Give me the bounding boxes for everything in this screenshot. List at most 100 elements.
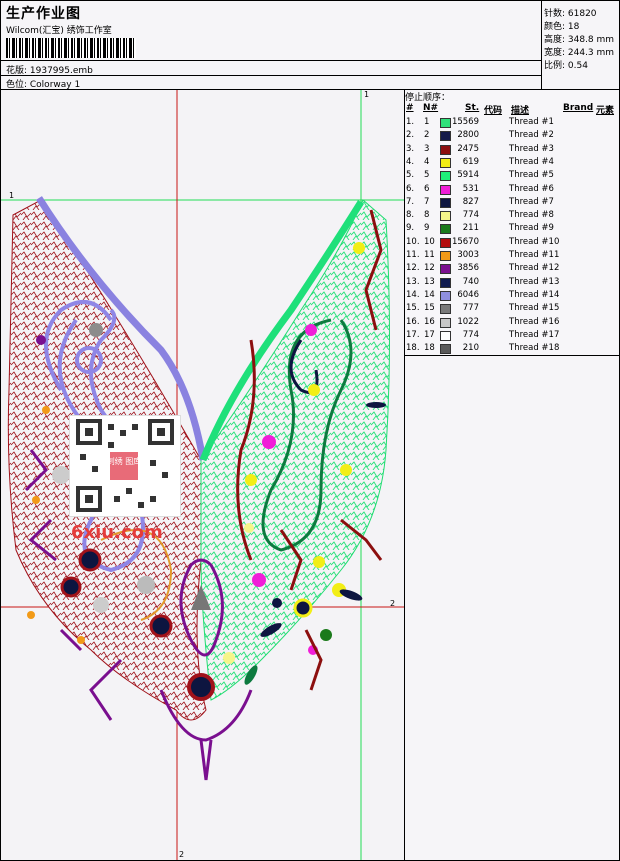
- thread-row: 11. 11 3003 Thread #11: [405, 250, 619, 263]
- row-stitches: 3856: [457, 263, 479, 274]
- row-index: 12.: [406, 263, 420, 274]
- row-description: Thread #15: [509, 303, 560, 314]
- flower: [89, 323, 103, 337]
- thread-row: 4. 4 619 Thread #4: [405, 157, 619, 170]
- row-number: 15: [424, 303, 435, 314]
- design-height: 高度: 348.8 mm: [544, 35, 615, 45]
- row-number: 9: [424, 223, 430, 234]
- col-code: 代码: [484, 106, 503, 116]
- row-index: 9.: [406, 223, 415, 234]
- stitch-count: 针数: 61820: [544, 9, 597, 19]
- colorway: 色位: Colorway 1: [6, 80, 81, 90]
- barcode: [6, 38, 136, 58]
- flower: [252, 573, 266, 587]
- row-index: 4.: [406, 156, 415, 167]
- flower: [245, 474, 257, 486]
- row-description: Thread #3: [509, 143, 554, 154]
- row-index: 13.: [406, 276, 420, 287]
- thread-row: 17. 17 774 Thread #17: [405, 330, 619, 343]
- row-stitches: 211: [462, 223, 479, 234]
- flower: [78, 548, 102, 572]
- row-description: Thread #16: [509, 316, 560, 327]
- row-index: 7.: [406, 196, 415, 207]
- row-number: 4: [424, 156, 430, 167]
- flower: [353, 242, 365, 254]
- blank-area: [405, 356, 619, 860]
- row-stitches: 531: [462, 183, 479, 194]
- header-panel: 生产作业图 Wilcom(汇宝) 绣饰工作室 花版: 1937995.emb 色…: [1, 1, 542, 90]
- flower: [244, 523, 254, 533]
- company-name: Wilcom(汇宝) 绣饰工作室: [6, 26, 112, 36]
- thread-row: 6. 6 531 Thread #6: [405, 184, 619, 197]
- col-number: N#: [423, 103, 439, 113]
- row-stitches: 1022: [457, 316, 479, 327]
- guide-label: 1: [9, 191, 14, 200]
- row-index: 18.: [406, 343, 420, 354]
- row-stitches: 740: [462, 276, 479, 287]
- flower: [42, 406, 50, 414]
- row-number: 5: [424, 170, 430, 181]
- row-number: 13: [424, 276, 435, 287]
- thread-row: 16. 16 1022 Thread #16: [405, 317, 619, 330]
- row-description: Thread #5: [509, 170, 554, 181]
- thread-row: 9. 9 211 Thread #9: [405, 223, 619, 236]
- col-description: 描述: [511, 106, 530, 116]
- leaf: [366, 402, 386, 408]
- row-number: 17: [424, 329, 435, 340]
- row-stitches: 774: [462, 210, 479, 221]
- row-description: Thread #13: [509, 276, 560, 287]
- flower: [77, 636, 85, 644]
- thread-row: 18. 18 210 Thread #18: [405, 343, 619, 356]
- guide-label: 1: [364, 90, 369, 99]
- row-index: 15.: [406, 303, 420, 314]
- col-index: #: [406, 103, 414, 113]
- thread-row: 13. 13 740 Thread #13: [405, 277, 619, 290]
- row-description: Thread #4: [509, 156, 554, 167]
- guide-label: 2: [390, 599, 395, 608]
- qr-code: 刺绣 图库: [69, 415, 181, 517]
- col-element: 元素: [596, 106, 615, 116]
- color-count: 颜色: 18: [544, 22, 580, 32]
- flower: [272, 598, 282, 608]
- guide-label: 2: [179, 850, 184, 859]
- qr-pattern: 刺绣 图库: [76, 419, 174, 512]
- bottom-tip: [199, 739, 213, 781]
- row-index: 5.: [406, 170, 415, 181]
- row-stitches: 777: [462, 303, 479, 314]
- production-sheet: 生产作业图 Wilcom(汇宝) 绣饰工作室 花版: 1937995.emb 色…: [0, 0, 620, 861]
- row-index: 16.: [406, 316, 420, 327]
- flower: [293, 598, 313, 618]
- row-number: 6: [424, 183, 430, 194]
- row-description: Thread #2: [509, 130, 554, 141]
- row-description: Thread #18: [509, 343, 560, 354]
- row-description: Thread #11: [509, 250, 560, 260]
- stop-sequence-title: 停止顺序：: [405, 93, 451, 103]
- row-index: 14.: [406, 289, 420, 300]
- flower: [313, 556, 325, 568]
- design-preview: 1 1 2 2 刺绣 图库 6xiu.com: [1, 90, 405, 860]
- row-description: Thread #12: [509, 263, 560, 274]
- divider: [1, 75, 541, 76]
- thread-row: 12. 12 3856 Thread #12: [405, 263, 619, 276]
- row-number: 3: [424, 143, 430, 154]
- row-description: Thread #1: [509, 117, 554, 127]
- col-stitches: St.: [465, 103, 480, 113]
- row-description: Thread #9: [509, 223, 554, 234]
- flower: [60, 576, 82, 598]
- flower: [320, 629, 332, 641]
- row-stitches: 15670: [451, 236, 479, 247]
- row-stitches: 3003: [457, 250, 479, 260]
- flower: [187, 673, 215, 701]
- divider: [1, 60, 541, 61]
- row-stitches: 2800: [457, 130, 479, 141]
- page-title: 生产作业图: [6, 6, 81, 22]
- flower: [340, 464, 352, 476]
- row-stitches: 619: [462, 156, 479, 167]
- row-index: 10.: [406, 236, 420, 247]
- design-scale: 比例: 0.54: [544, 61, 588, 71]
- row-index: 1.: [406, 117, 415, 127]
- row-number: 12: [424, 263, 435, 274]
- flower: [93, 597, 109, 613]
- row-number: 16: [424, 316, 435, 327]
- thread-row: 7. 7 827 Thread #7: [405, 197, 619, 210]
